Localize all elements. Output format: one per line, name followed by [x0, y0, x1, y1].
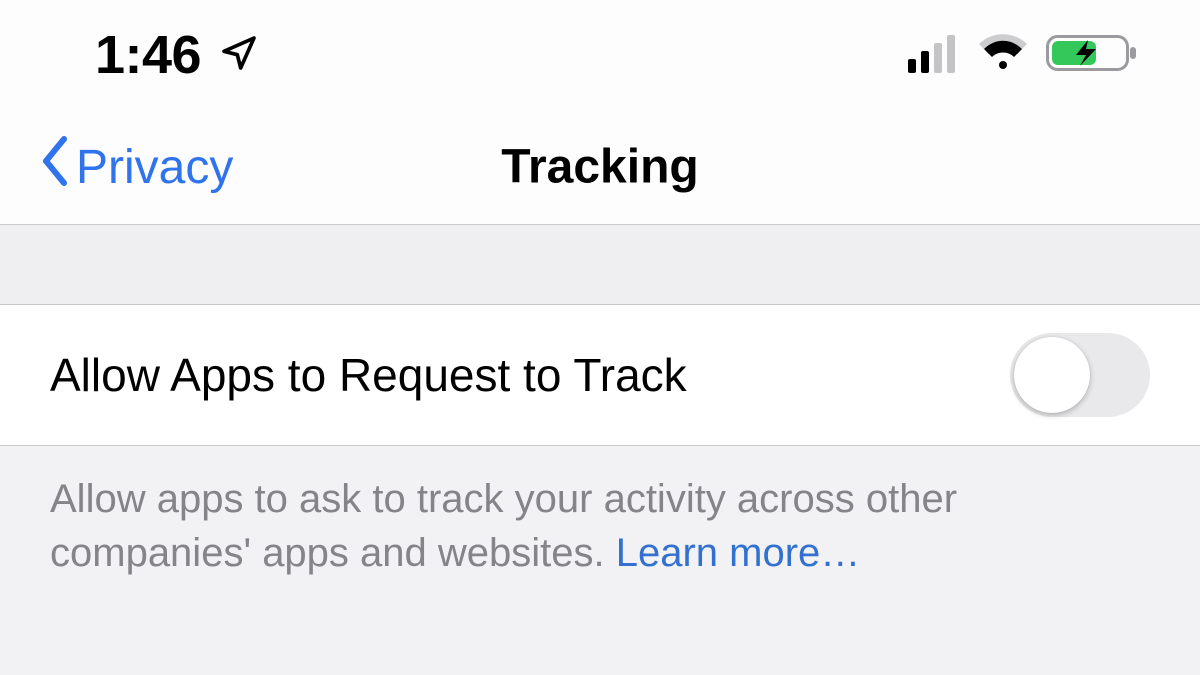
status-bar: 1:46 — [0, 0, 1200, 110]
learn-more-link[interactable]: Learn more… — [616, 531, 861, 575]
allow-tracking-toggle[interactable] — [1010, 333, 1150, 417]
status-time: 1:46 — [95, 24, 201, 86]
allow-tracking-row[interactable]: Allow Apps to Request to Track — [0, 305, 1200, 446]
battery-charging-icon — [1046, 32, 1140, 79]
allow-tracking-label: Allow Apps to Request to Track — [50, 348, 687, 402]
status-bar-right — [908, 32, 1140, 79]
chevron-left-icon — [40, 135, 70, 199]
status-bar-left: 1:46 — [95, 24, 259, 86]
wifi-icon — [978, 33, 1028, 78]
back-button[interactable]: Privacy — [0, 110, 233, 224]
back-button-label: Privacy — [76, 140, 233, 195]
cell-signal-icon — [908, 33, 960, 78]
group-spacer — [0, 225, 1200, 305]
location-icon — [219, 33, 259, 78]
nav-bar: Privacy Tracking — [0, 110, 1200, 225]
toggle-knob — [1014, 337, 1090, 413]
page-title: Tracking — [501, 140, 698, 195]
allow-tracking-footer: Allow apps to ask to track your activity… — [0, 446, 1200, 580]
